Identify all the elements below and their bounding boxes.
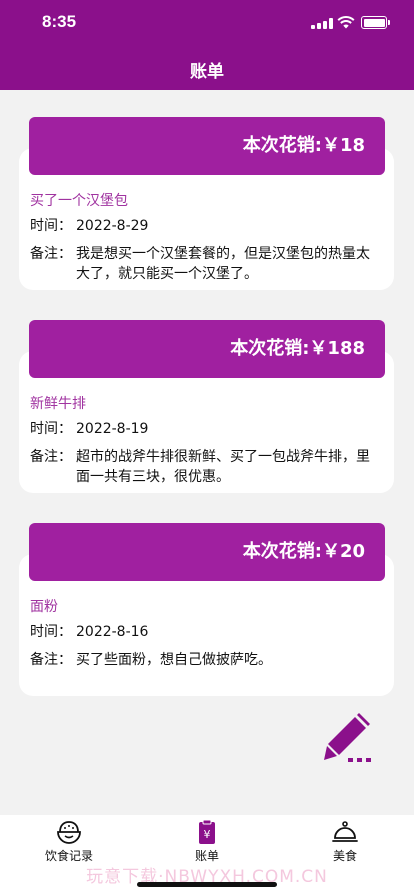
time-row: 时间： 2022-8-29 — [30, 216, 380, 236]
time-label: 时间： — [30, 624, 72, 640]
app-header: 8:35 账单 — [0, 0, 414, 90]
wifi-icon — [337, 16, 355, 29]
item-name: 买了一个汉堡包 — [30, 193, 128, 209]
note-label: 备注： — [30, 246, 72, 262]
time-value: 2022-8-16 — [76, 624, 149, 640]
time-row: 时间： 2022-8-16 — [30, 622, 380, 642]
food-bowl-icon — [57, 821, 81, 844]
note-value: 我是想买一个汉堡套餐的，但是汉堡包的热量太大了，就只能买一个汉堡了。 — [76, 246, 370, 282]
signal-icon — [311, 18, 333, 29]
home-indicator[interactable] — [137, 882, 277, 887]
status-time: 8:35 — [42, 12, 77, 31]
note-label: 备注： — [30, 652, 72, 668]
cloche-icon — [332, 821, 358, 842]
time-value: 2022-8-29 — [76, 218, 149, 234]
note-row: 备注： 我是想买一个汉堡套餐的，但是汉堡包的热量太大了，就只能买一个汉堡了。 — [30, 244, 380, 284]
amount-banner: 本次花销:￥20 — [29, 523, 385, 581]
status-bar: 8:35 — [0, 0, 414, 44]
time-label: 时间： — [30, 218, 72, 234]
note-value: 买了些面粉，想自己做披萨吃。 — [76, 652, 272, 668]
item-name: 面粉 — [30, 599, 58, 615]
amount-banner: 本次花销:￥188 — [29, 320, 385, 378]
page-title: 账单 — [190, 62, 224, 82]
item-name: 新鲜牛排 — [30, 396, 86, 412]
bill-icon: ¥ — [199, 819, 215, 844]
amount-banner: 本次花销:￥18 — [29, 117, 385, 175]
time-value: 2022-8-19 — [76, 421, 149, 437]
svg-text:¥: ¥ — [204, 828, 211, 841]
time-label: 时间： — [30, 421, 72, 437]
note-row: 备注： 超市的战斧牛排很新鲜、买了一包战斧牛排，里面一共有三块，很优惠。 — [30, 447, 380, 487]
note-row: 备注： 买了些面粉，想自己做披萨吃。 — [30, 650, 380, 670]
note-value: 超市的战斧牛排很新鲜、买了一包战斧牛排，里面一共有三块，很优惠。 — [76, 449, 370, 485]
battery-icon — [361, 16, 390, 29]
edit-icon[interactable] — [321, 709, 377, 765]
note-label: 备注： — [30, 449, 72, 465]
time-row: 时间： 2022-8-19 — [30, 419, 380, 439]
